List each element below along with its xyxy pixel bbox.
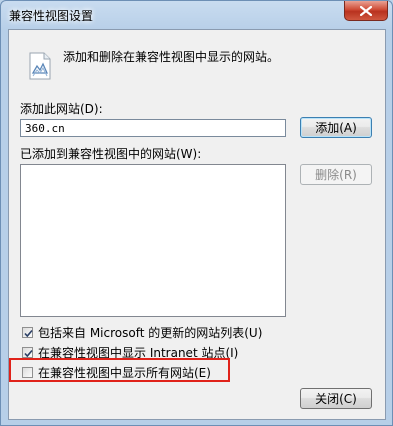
add-site-label: 添加此网站(D): [20,102,103,116]
added-sites-label: 已添加到兼容性视图中的网站(W): [20,147,202,161]
checkbox-label: 包括来自 Microsoft 的更新的网站列表(U) [38,325,263,340]
close-icon [360,5,372,16]
checkbox-box[interactable] [22,326,33,338]
dialog-description: 添加和删除在兼容性视图中显示的网站。 [63,50,280,64]
webpage-icon [29,52,51,80]
checkbox-microsoft-list[interactable]: 包括来自 Microsoft 的更新的网站列表(U) [22,324,262,340]
checkmark-icon [24,329,33,337]
added-sites-list[interactable] [20,164,286,317]
add-site-input[interactable] [20,119,286,137]
add-button[interactable]: 添加(A) [300,117,372,138]
window-title: 兼容性视图设置 [9,9,94,23]
close-button[interactable]: 关闭(C) [300,388,372,409]
title-bar[interactable]: 兼容性视图设置 [1,1,392,29]
red-highlight-box [9,358,230,382]
window-close-button[interactable] [344,1,388,21]
remove-button[interactable]: 删除(R) [300,164,372,185]
checkbox-box[interactable] [22,346,33,358]
checkmark-icon [24,349,33,357]
